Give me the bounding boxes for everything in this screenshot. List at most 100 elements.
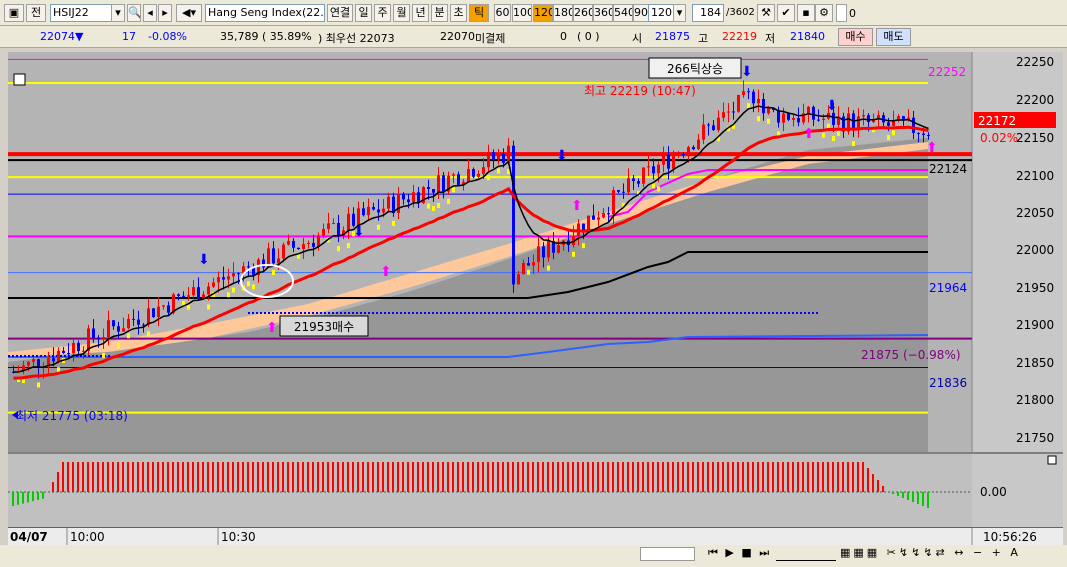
dotted-mark [724,312,726,314]
dotted-mark [264,312,266,314]
dotted-mark [728,312,730,314]
period-주[interactable]: 주 [374,4,391,22]
tick-60[interactable]: 60 [494,4,511,22]
osc-bar [407,462,409,492]
y-tick: 21800 [1016,393,1054,407]
period-초[interactable]: 초 [450,4,467,22]
candle [862,115,865,117]
grid-icon[interactable] [13,73,26,86]
dotted-mark [712,312,714,314]
zoom-slider[interactable] [776,547,836,561]
speaker-icon[interactable]: ◀▾ [176,4,202,22]
period-일[interactable]: 일 [355,4,372,22]
tick-input[interactable]: 120 [648,4,674,22]
osc-close-icon[interactable] [1047,455,1057,465]
candle [197,287,200,300]
tool-icons[interactable]: ▦▦▦ ✂↯↯↯⇄ ↔ − + A [840,546,1021,559]
playback-controls[interactable]: ⏮ ▶ ■ ⏭ [708,546,771,560]
period-틱[interactable]: 틱 [469,4,489,22]
candle [507,145,510,163]
tools-icon[interactable]: ⚒ [757,4,775,22]
candle [147,308,150,325]
chart-icon[interactable]: ✔ [777,4,795,22]
dotted-mark [20,355,22,357]
dotted-mark [396,312,398,314]
period-연결[interactable]: 연결 [327,4,353,22]
dotted-mark [556,312,558,314]
period-년[interactable]: 년 [412,4,429,22]
prev-icon[interactable]: ◂ [143,4,157,22]
osc-bar [637,462,639,492]
y-tick: 22200 [1016,93,1054,107]
price-chart[interactable]: ⬇ ⬇ ⬇ ⬇ ⬇ ⬆ ⬆ ⬆ ⬆ ⬆ 266틱상승 최고 22219 (10:47) 최저 21… [8,52,1063,545]
buy-button[interactable]: 매수 [838,28,873,46]
signal-mark [227,292,230,298]
dotted-mark [528,312,530,314]
window-icon[interactable]: ▣ [4,4,24,22]
osc-bar [412,462,414,492]
dotted-mark [292,312,294,314]
osc-bar [122,462,124,492]
dotted-mark [584,312,586,314]
dotted-mark [248,312,250,314]
tick-100[interactable]: 100 [512,4,532,22]
candle [452,174,455,176]
candle [237,273,240,275]
index-name-field[interactable]: Hang Seng Index(22.0 [205,4,325,22]
osc-bar [132,462,134,492]
scroll-field[interactable] [640,547,695,561]
dotted-mark [300,312,302,314]
osc-bar [422,462,424,492]
dotted-mark [384,312,386,314]
dotted-mark [328,312,330,314]
dotted-mark [320,312,322,314]
search-icon[interactable]: 🔍 [127,4,141,22]
candle [787,113,790,120]
dotted-mark [760,312,762,314]
tab-jeon[interactable]: 전 [26,4,46,22]
osc-bar [747,462,749,492]
y-tick: 21900 [1016,318,1054,332]
osc-bar [177,462,179,492]
osc-bar [647,462,649,492]
sell-button[interactable]: 매도 [876,28,911,46]
symbol-input[interactable]: HSIJ22 [50,4,112,22]
tick-120[interactable]: 120 [533,4,553,22]
tick-180[interactable]: 180 [553,4,573,22]
candle [762,98,765,114]
period-분[interactable]: 분 [431,4,448,22]
osc-bar [447,462,449,492]
dotted-mark [464,312,466,314]
dotted-mark [108,355,110,357]
osc-bar [137,462,139,492]
candle [232,273,235,277]
osc-bar [567,462,569,492]
tick-360[interactable]: 360 [593,4,613,22]
checkbox[interactable] [836,4,847,22]
tick-dropdown-icon[interactable]: ▾ [673,4,686,22]
candle [402,193,405,200]
settings-icon[interactable]: ⚙ [815,4,833,22]
dotted-mark [560,312,562,314]
dotted-mark [64,355,66,357]
count-input[interactable]: 184 [692,4,724,22]
osc-bar [652,462,654,492]
save-icon[interactable]: ▪ [797,4,815,22]
up-arrow-icon: ⬆ [380,264,392,280]
osc-bar [612,462,614,492]
osc-bar [87,462,89,492]
tick-260[interactable]: 260 [573,4,593,22]
candle [527,263,530,266]
next-icon[interactable]: ▸ [158,4,172,22]
dotted-mark [532,312,534,314]
tick-540[interactable]: 540 [613,4,633,22]
candle [157,306,160,318]
symbol-dropdown-icon[interactable]: ▾ [111,4,125,22]
osc-bar [97,462,99,492]
dotted-mark [784,312,786,314]
chart-panel[interactable]: ⬇ ⬇ ⬇ ⬇ ⬇ ⬆ ⬆ ⬆ ⬆ ⬆ 266틱상승 최고 22219 (10:47) 최저 21… [8,52,1063,545]
dotted-mark [732,312,734,314]
candle [652,166,655,174]
period-월[interactable]: 월 [393,4,410,22]
osc-bar [152,462,154,492]
